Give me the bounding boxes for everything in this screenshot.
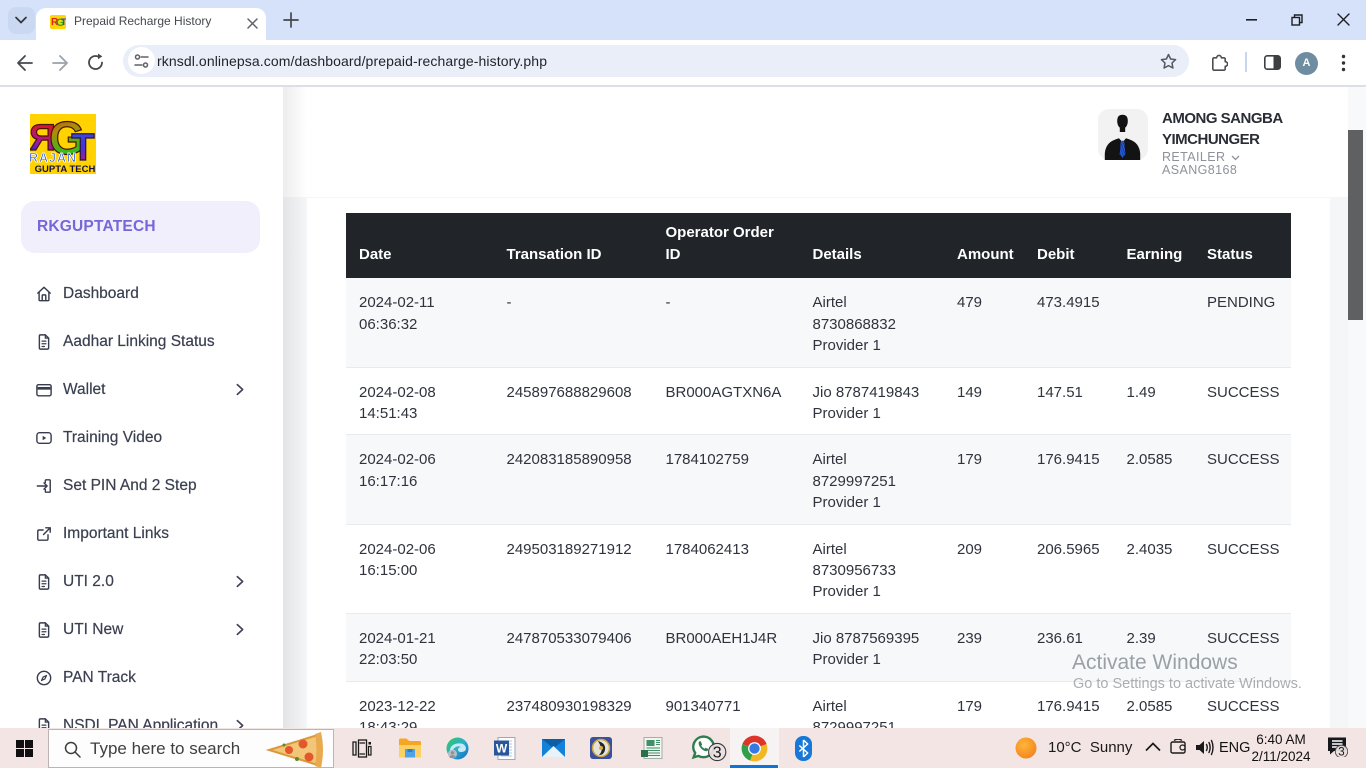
svg-text:GUPTA TECH: GUPTA TECH — [35, 164, 96, 174]
svg-text:RAJAN: RAJAN — [30, 151, 77, 165]
svg-text:W: W — [496, 742, 508, 756]
svg-text:3: 3 — [713, 745, 722, 762]
svg-text:T: T — [61, 17, 66, 27]
svg-text:3: 3 — [1338, 747, 1344, 757]
